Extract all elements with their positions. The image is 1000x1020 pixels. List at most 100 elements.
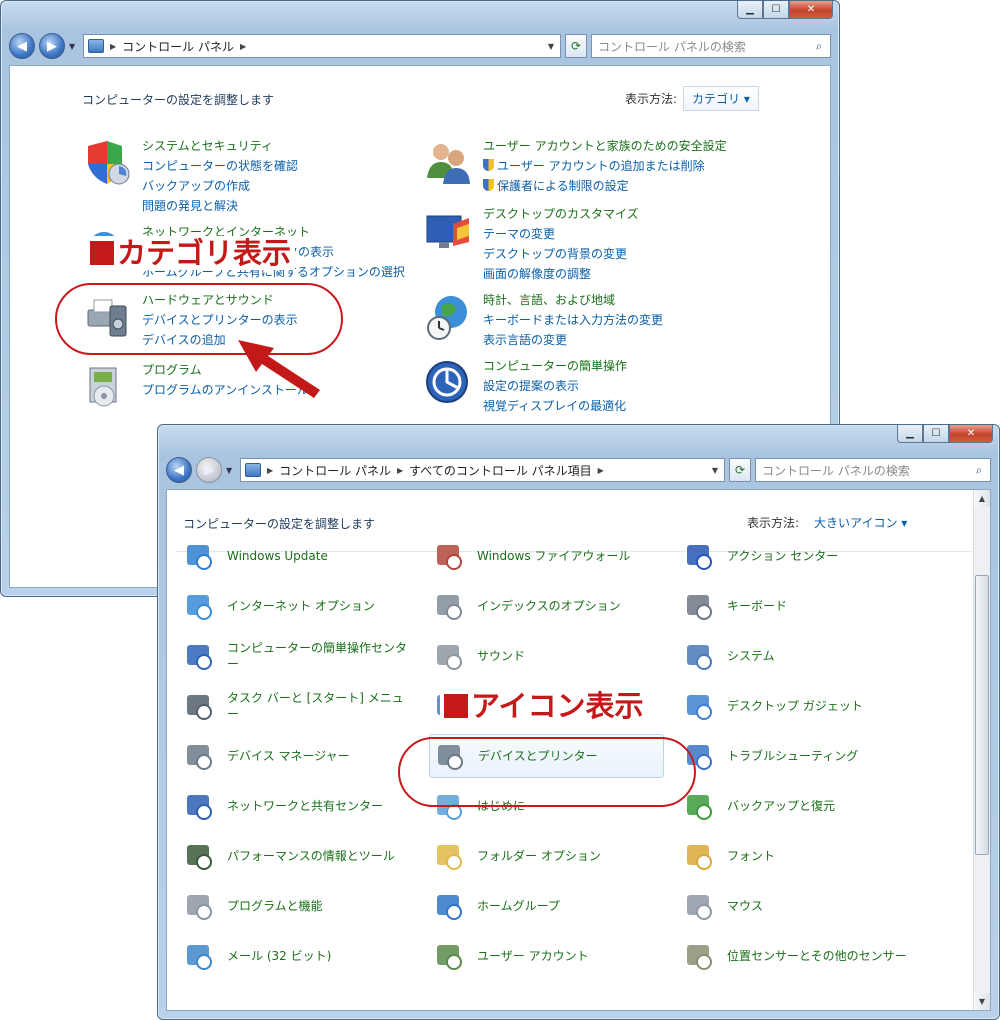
vertical-scrollbar[interactable]: ▲ ▼ [973,490,990,1010]
category-link[interactable]: バックアップの作成 [142,178,298,195]
control-panel-item[interactable]: インターネット オプション [179,584,414,628]
backup-icon [687,795,712,820]
keyboard-icon [687,595,712,620]
category-clock-language-region: 時計、言語、および地域 キーボードまたは入力方法の変更 表示言語の変更 [423,292,663,349]
breadcrumb-control-panel[interactable]: コントロール パネル [122,38,234,55]
minimize-button[interactable]: ▁ [737,1,763,19]
view-by-dropdown[interactable]: カテゴリ ▾ [683,86,759,111]
control-panel-item[interactable]: デスクトップ ガジェット [679,684,914,728]
control-panel-item[interactable]: コンピューターの簡単操作センター [179,634,414,678]
ease-of-access-icon [426,361,468,403]
control-panel-item[interactable]: トラブルシューティング [679,734,914,778]
breadcrumb-all-items[interactable]: すべてのコントロール パネル項目 [409,462,592,479]
category-link[interactable]: デスクトップの背景の変更 [483,246,639,263]
control-panel-item[interactable]: マウス [679,884,914,928]
view-by-control: 表示方法: 大きいアイコン ▾ [747,510,916,535]
address-history-dropdown-icon[interactable]: ▼ [548,42,560,51]
control-panel-item[interactable]: パフォーマンスの情報とツール [179,834,414,878]
control-panel-item[interactable]: ホームグループ [429,884,664,928]
address-bar[interactable]: ▶ コントロール パネル ▶ すべてのコントロール パネル項目 ▶ ▼ [240,458,725,482]
item-label: フォント [727,849,776,863]
category-link[interactable]: 保護者による制限の設定 [483,178,727,195]
category-link[interactable]: 設定の提案の表示 [483,378,627,395]
back-button[interactable]: ◀ [166,457,192,483]
category-link[interactable]: コンピューターの状態を確認 [142,158,298,175]
back-button[interactable]: ◀ [9,33,35,59]
control-panel-item[interactable]: システム [679,634,914,678]
control-panel-item[interactable]: インデックスのオプション [429,584,664,628]
category-link[interactable]: 画面の解像度の調整 [483,266,639,283]
item-label: メール (32 ビット) [227,949,332,963]
search-icon[interactable]: ⌕ [968,463,990,478]
control-panel-item[interactable]: プログラムと機能 [179,884,414,928]
breadcrumb-separator-icon[interactable]: ▶ [240,42,246,51]
item-label: トラブルシューティング [727,749,859,763]
category-title[interactable]: コンピューターの簡単操作 [483,358,627,375]
control-panel-item[interactable]: アクション センター [679,534,914,578]
category-link[interactable]: 視覚ディスプレイの最適化 [483,398,627,415]
search-input[interactable]: コントロール パネルの検索 ⌕ [755,458,991,482]
control-panel-item[interactable]: サウンド [429,634,664,678]
category-link[interactable]: 問題の発見と解決 [142,198,298,215]
item-label: タスク バーと [スタート] メニュー [227,691,404,721]
search-input[interactable]: コントロール パネルの検索 ⌕ [591,34,831,58]
control-panel-item[interactable]: Windows Update [179,534,414,578]
forward-button[interactable]: ▶ [39,33,65,59]
category-system-security: システムとセキュリティ コンピューターの状態を確認 バックアップの作成 問題の発… [82,138,298,215]
address-history-dropdown-icon[interactable]: ▼ [712,466,724,475]
close-button[interactable]: ✕ [949,425,993,443]
category-link[interactable]: キーボードまたは入力方法の変更 [483,312,663,329]
control-panel-item[interactable]: ネットワークと共有センター [179,784,414,828]
breadcrumb-separator-icon[interactable]: ▶ [397,466,403,475]
control-panel-item[interactable]: タスク バーと [スタート] メニュー [179,684,414,728]
category-link[interactable]: 表示言語の変更 [483,332,663,349]
category-link[interactable]: テーマの変更 [483,226,639,243]
close-button[interactable]: ✕ [789,1,833,19]
refresh-button[interactable]: ⟳ [729,458,751,482]
programs-icon [187,895,212,920]
internet-options-icon [187,595,212,620]
category-title[interactable]: デスクトップのカスタマイズ [483,206,639,223]
scroll-up-button[interactable]: ▲ [974,490,990,507]
minimize-button[interactable]: ▁ [897,425,923,443]
item-label: デスクトップ ガジェット [727,699,863,713]
forward-button[interactable]: ▶ [196,457,222,483]
fonts-icon [687,845,712,870]
control-panel-item[interactable]: バックアップと復元 [679,784,914,828]
control-panel-item[interactable]: ユーザー アカウント [429,934,664,978]
maximize-button[interactable]: ☐ [923,425,949,443]
control-panel-item[interactable]: メール (32 ビット) [179,934,414,978]
view-by-dropdown[interactable]: 大きいアイコン ▾ [805,510,916,535]
breadcrumb-separator-icon[interactable]: ▶ [598,466,604,475]
category-user-accounts: ユーザー アカウントと家族のための安全設定 ユーザー アカウントの追加または削除… [423,138,727,195]
category-title[interactable]: システムとセキュリティ [142,138,298,155]
navigation-bar: ◀ ▶ ▼ ▶ コントロール パネル ▶ ▼ ⟳ コントロール パネルの検索 ⌕ [9,31,831,61]
control-panel-item[interactable]: 位置センサーとその他のセンサー [679,934,914,978]
category-link[interactable]: ユーザー アカウントの追加または削除 [483,158,727,175]
search-icon[interactable]: ⌕ [808,39,830,54]
refresh-button[interactable]: ⟳ [565,34,587,58]
address-bar[interactable]: ▶ コントロール パネル ▶ ▼ [83,34,561,58]
maximize-button[interactable]: ☐ [763,1,789,19]
network-sharing-icon [187,795,212,820]
scrollbar-thumb[interactable] [975,575,989,855]
control-panel-item[interactable]: Windows ファイアウォール [429,534,664,578]
folder-icon [437,845,462,870]
mouse-icon [687,895,712,920]
control-panel-item[interactable]: フォルダー オプション [429,834,664,878]
scroll-down-button[interactable]: ▼ [974,993,990,1010]
recent-pages-dropdown[interactable]: ▼ [69,42,79,51]
category-title[interactable]: 時計、言語、および地域 [483,292,663,309]
item-label: ユーザー アカウント [477,949,589,963]
control-panel-item[interactable]: デバイス マネージャー [179,734,414,778]
item-label: インデックスのオプション [477,599,621,613]
breadcrumb-separator-icon[interactable]: ▶ [110,42,116,51]
recent-pages-dropdown[interactable]: ▼ [226,466,236,475]
control-panel-item[interactable]: フォント [679,834,914,878]
breadcrumb-control-panel[interactable]: コントロール パネル [279,462,391,479]
breadcrumb-separator-icon[interactable]: ▶ [267,466,273,475]
page-title: コンピューターの設定を調整します [183,517,376,531]
category-title[interactable]: ユーザー アカウントと家族のための安全設定 [483,138,727,155]
gadget-icon [687,695,712,720]
control-panel-item[interactable]: キーボード [679,584,914,628]
